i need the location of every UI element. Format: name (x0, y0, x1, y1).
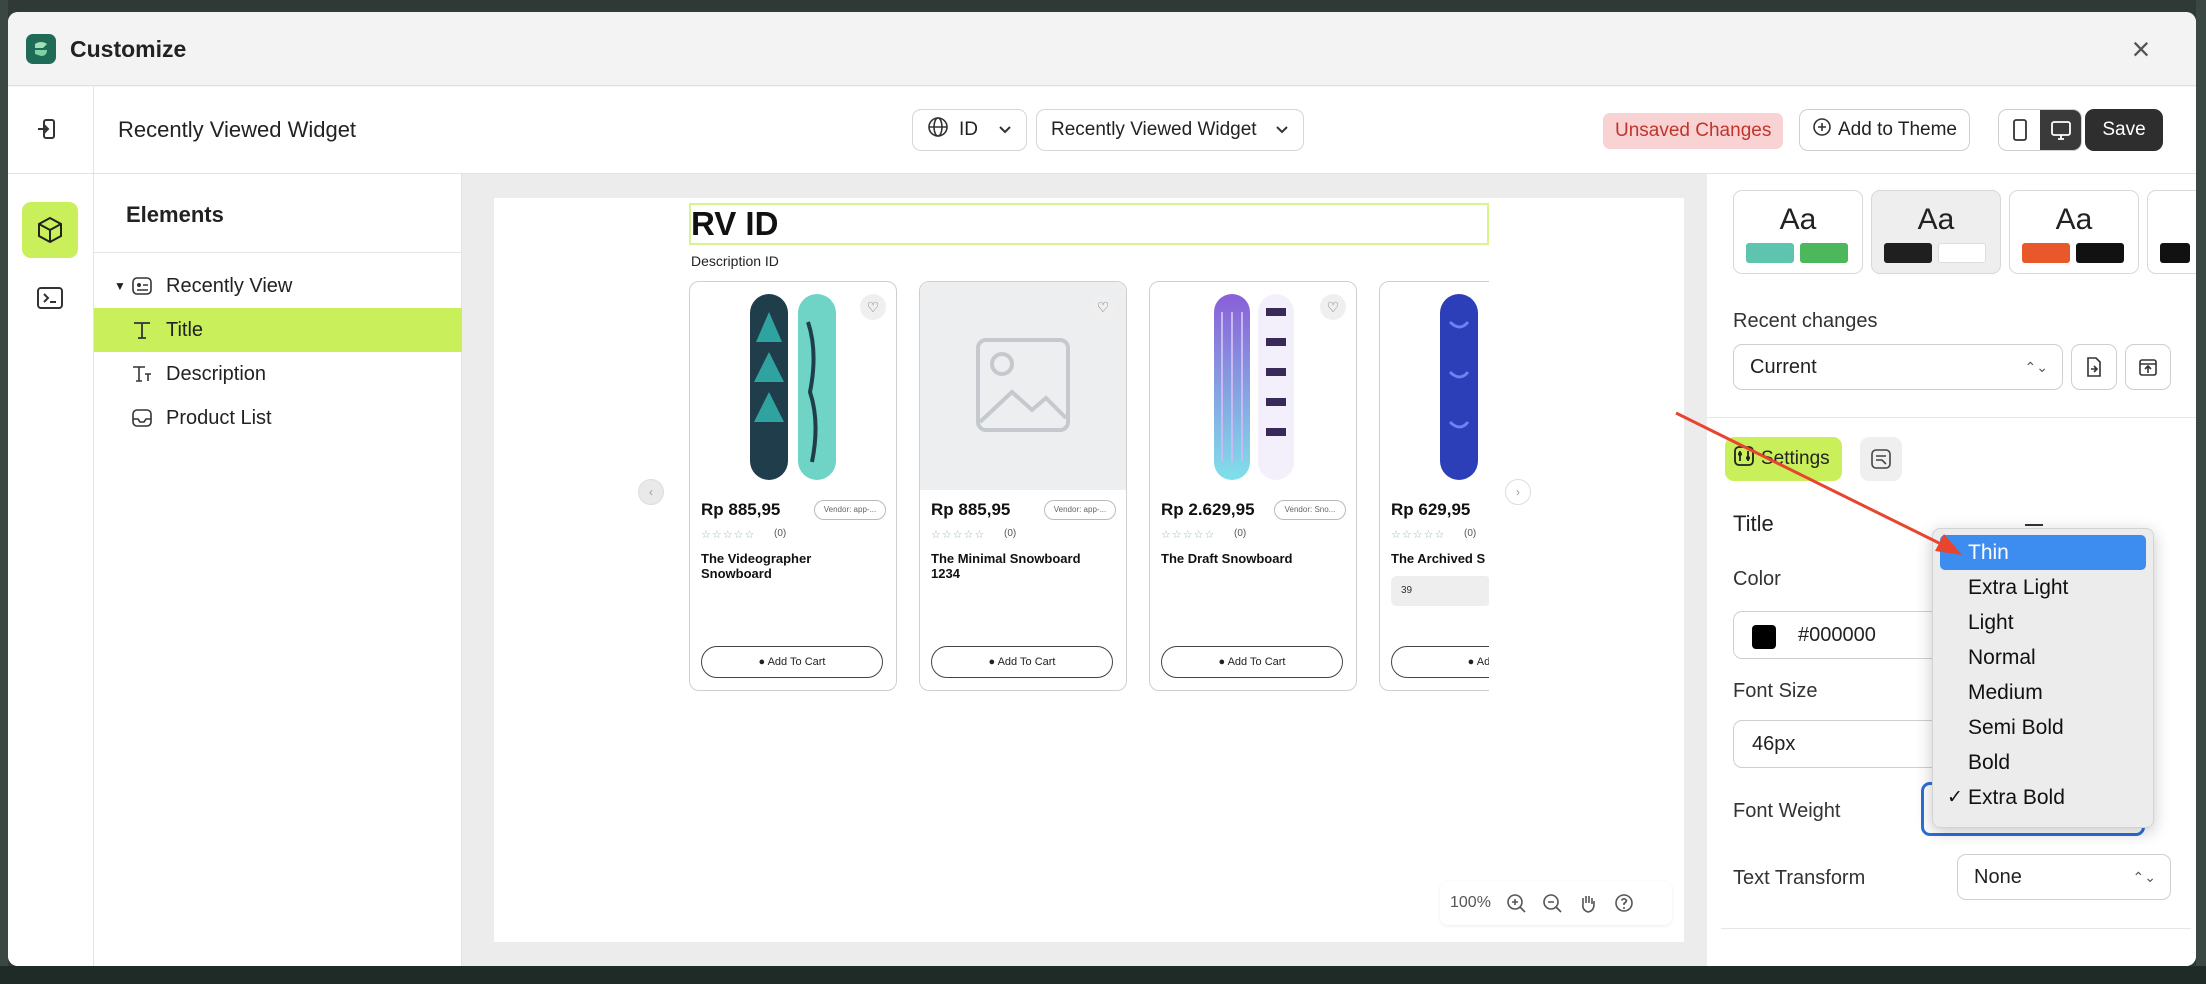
annotation-arrow-icon (1675, 411, 1962, 555)
